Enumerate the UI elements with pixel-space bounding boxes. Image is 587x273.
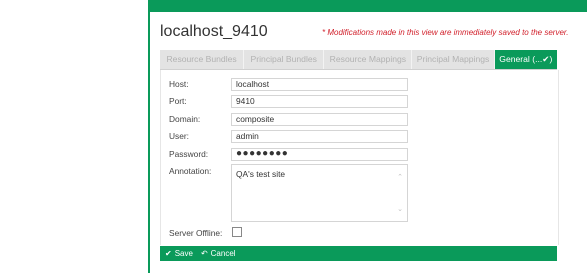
annotation-label: Annotation: — [169, 166, 212, 176]
password-field[interactable]: ●●●●●●●● — [231, 148, 408, 161]
port-field[interactable]: 9410 — [231, 95, 408, 108]
tab-principal-bundles[interactable]: Principal Bundles — [244, 50, 325, 69]
save-button[interactable]: ✔ Save — [165, 246, 193, 261]
password-label: Password: — [169, 149, 209, 159]
port-label: Port: — [169, 96, 187, 106]
server-offline-checkbox[interactable] — [232, 227, 242, 237]
check-icon: ✔ — [165, 249, 172, 258]
user-field[interactable]: admin — [231, 130, 408, 143]
domain-field[interactable]: composite — [231, 113, 408, 126]
tab-general[interactable]: General (...✔) — [494, 50, 557, 69]
user-label: User: — [169, 131, 190, 141]
action-bar: ✔ Save ↶ Cancel — [160, 246, 557, 261]
page-title: localhost_9410 — [160, 23, 268, 40]
save-label: Save — [174, 249, 193, 258]
host-field[interactable]: localhost — [231, 78, 408, 91]
domain-label: Domain: — [169, 114, 201, 124]
scroll-down-icon[interactable]: ⌄ — [396, 206, 404, 213]
editor-page: localhost_9410 * Modifications made in t… — [0, 0, 587, 273]
left-accent-rule — [148, 12, 150, 273]
annotation-text: QA's test site — [236, 169, 286, 179]
tab-principal-mappings[interactable]: Principal Mappings — [412, 50, 495, 69]
tab-resource-mappings[interactable]: Resource Mappings — [324, 50, 413, 69]
top-accent-bar — [148, 0, 587, 12]
cancel-button[interactable]: ↶ Cancel — [201, 246, 236, 261]
server-offline-label: Server Offline: — [169, 228, 223, 238]
annotation-textarea[interactable]: QA's test site ⌃ ⌄ — [231, 164, 408, 222]
tab-resource-bundles[interactable]: Resource Bundles — [160, 50, 245, 69]
autosave-notice: * Modifications made in this view are im… — [322, 28, 569, 37]
scroll-up-icon[interactable]: ⌃ — [396, 174, 404, 181]
host-label: Host: — [169, 79, 189, 89]
undo-icon: ↶ — [200, 249, 208, 258]
tab-bar: Resource Bundles Principal Bundles Resou… — [160, 50, 557, 70]
cancel-label: Cancel — [210, 249, 236, 258]
